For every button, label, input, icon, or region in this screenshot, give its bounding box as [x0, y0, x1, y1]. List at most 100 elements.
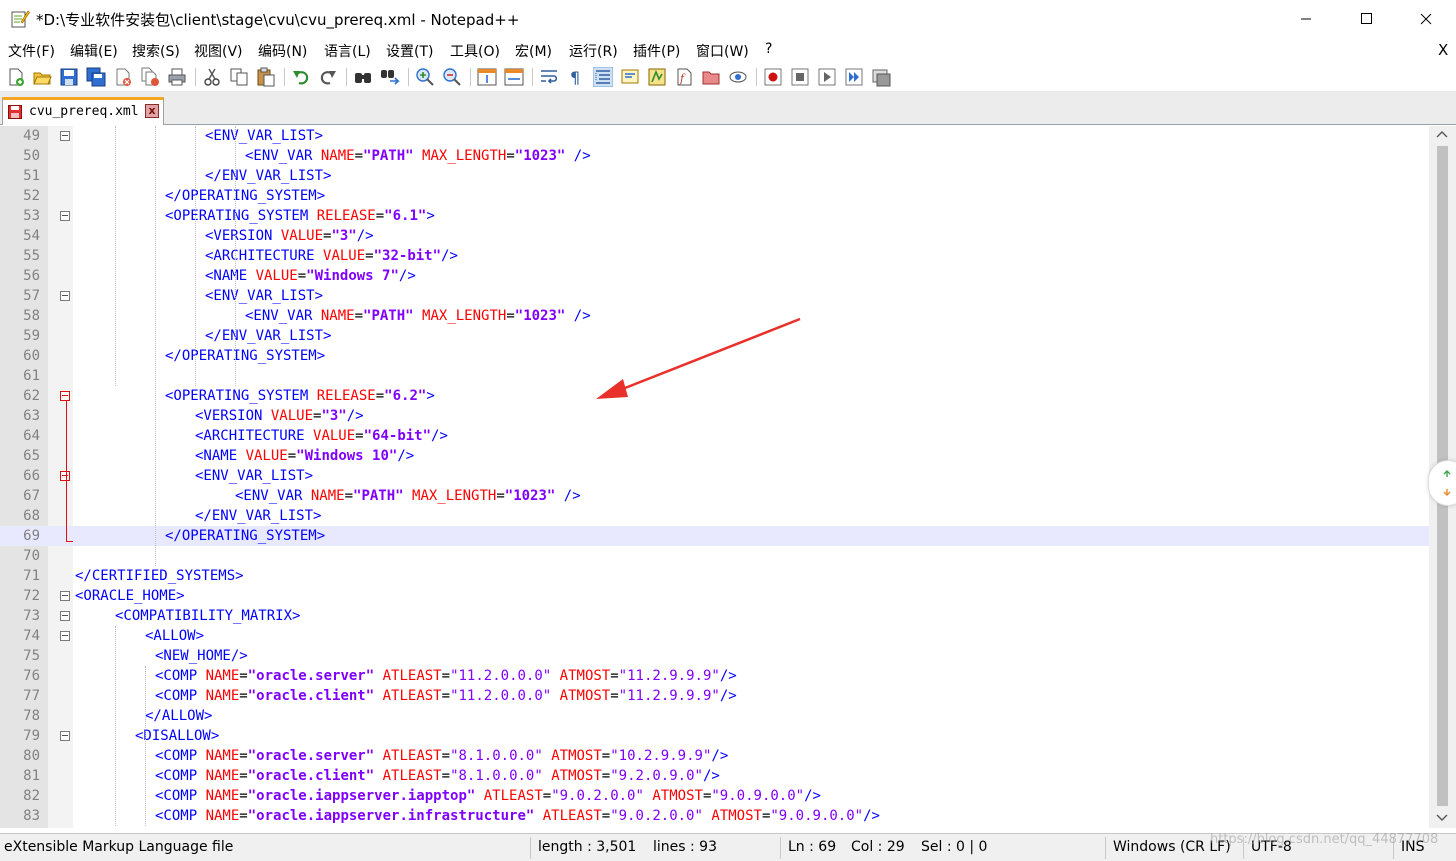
minimize-button[interactable] [1276, 0, 1336, 38]
menu-window[interactable]: 窗口(W) [696, 41, 749, 61]
run-macro-multiple-icon[interactable] [844, 67, 864, 87]
fold-toggle-icon[interactable] [60, 631, 70, 641]
monitor-icon[interactable] [728, 67, 748, 87]
redo-icon[interactable] [318, 67, 338, 87]
code-line[interactable]: 69 </OPERATING_SYSTEM> [0, 526, 1429, 546]
maximize-button[interactable] [1336, 0, 1396, 38]
code-line[interactable]: 83 <COMP NAME="oracle.iappserver.infrastr… [0, 806, 1429, 826]
save-all-icon[interactable] [86, 67, 106, 87]
code-line[interactable]: 52 </OPERATING_SYSTEM> [0, 186, 1429, 206]
code-line[interactable]: 66 <ENV_VAR_LIST> [0, 466, 1429, 486]
close-document-button[interactable]: X [1438, 41, 1448, 59]
open-file-icon[interactable] [32, 67, 52, 87]
fold-toggle-icon[interactable] [60, 591, 70, 601]
code-line[interactable]: 67 <ENV_VAR NAME="PATH" MAX_LENGTH="1023"… [0, 486, 1429, 506]
code-line[interactable]: 57 <ENV_VAR_LIST> [0, 286, 1429, 306]
save-icon[interactable] [59, 67, 79, 87]
code-line[interactable]: 56 <NAME VALUE="Windows 7"/> [0, 266, 1429, 286]
undo-icon[interactable] [291, 67, 311, 87]
code-line[interactable]: 63 <VERSION VALUE="3"/> [0, 406, 1429, 426]
code-line[interactable]: 59 </ENV_VAR_LIST> [0, 326, 1429, 346]
fold-toggle-icon[interactable] [60, 211, 70, 221]
menu-tools[interactable]: 工具(O) [450, 41, 500, 61]
print-icon[interactable] [167, 67, 187, 87]
play-macro-icon[interactable] [817, 67, 837, 87]
code-line[interactable]: 55 <ARCHITECTURE VALUE="32-bit"/> [0, 246, 1429, 266]
scroll-up-icon[interactable] [1434, 128, 1450, 140]
fold-toggle-icon[interactable] [60, 291, 70, 301]
code-line[interactable]: 70 [0, 546, 1429, 566]
code-line[interactable]: 75 <NEW_HOME/> [0, 646, 1429, 666]
code-line[interactable]: 49 <ENV_VAR_LIST> [0, 126, 1429, 146]
new-file-icon[interactable] [6, 67, 26, 87]
code-line[interactable]: 79 <DISALLOW> [0, 726, 1429, 746]
tab-cvu-prereq-xml[interactable]: cvu_prereq.xml x [2, 97, 164, 125]
code-line[interactable]: 50 <ENV_VAR NAME="PATH" MAX_LENGTH="1023"… [0, 146, 1429, 166]
code-line[interactable]: 72 <ORACLE_HOME> [0, 586, 1429, 606]
menu-search[interactable]: 搜索(S) [132, 41, 180, 61]
code-line[interactable]: 61 [0, 366, 1429, 386]
tab-close-button[interactable]: x [145, 104, 159, 118]
code-line[interactable]: 68 </ENV_VAR_LIST> [0, 506, 1429, 526]
close-all-icon[interactable] [140, 67, 160, 87]
stop-macro-icon[interactable] [790, 67, 810, 87]
code-line[interactable]: 58 <ENV_VAR NAME="PATH" MAX_LENGTH="1023"… [0, 306, 1429, 326]
menu-file[interactable]: 文件(F) [8, 41, 55, 61]
code-line[interactable]: 64 <ARCHITECTURE VALUE="64-bit"/> [0, 426, 1429, 446]
record-macro-icon[interactable] [763, 67, 783, 87]
code-line[interactable]: 78 </ALLOW> [0, 706, 1429, 726]
menu-macro[interactable]: 宏(M) [515, 41, 552, 61]
code-line[interactable]: 74 <ALLOW> [0, 626, 1429, 646]
show-all-chars-icon[interactable]: ¶ [566, 67, 586, 87]
code-line[interactable]: 82 <COMP NAME="oracle.iappserver.iapptop"… [0, 786, 1429, 806]
zoom-out-icon[interactable] [442, 67, 462, 87]
code-line[interactable]: 80 <COMP NAME="oracle.server" ATLEAST="8.… [0, 746, 1429, 766]
menu-encoding[interactable]: 编码(N) [258, 41, 307, 61]
doc-map-icon[interactable] [647, 67, 667, 87]
paste-icon[interactable] [256, 67, 276, 87]
xml-token-val: "32-bit" [373, 248, 442, 264]
menu-language[interactable]: 语言(L) [324, 41, 371, 61]
floating-scroll-widget[interactable] [1428, 460, 1456, 506]
code-line[interactable]: 76 <COMP NAME="oracle.server" ATLEAST="11… [0, 666, 1429, 686]
replace-icon[interactable] [380, 67, 400, 87]
function-list-icon[interactable]: f [674, 67, 694, 87]
menu-view[interactable]: 视图(V) [194, 41, 243, 61]
fold-toggle-icon[interactable] [60, 731, 70, 741]
zoom-in-icon[interactable] [415, 67, 435, 87]
scroll-down-icon[interactable] [1434, 812, 1450, 824]
sync-horizontal-icon[interactable] [504, 67, 524, 87]
code-line[interactable]: 73 <COMPATIBILITY_MATRIX> [0, 606, 1429, 626]
editor-pane[interactable]: 49 <ENV_VAR_LIST> 50 <ENV_VAR NAME="PATH" M… [0, 126, 1456, 828]
menu-settings[interactable]: 设置(T) [386, 41, 433, 61]
close-icon[interactable] [113, 67, 133, 87]
user-language-icon[interactable] [620, 67, 640, 87]
menu-run[interactable]: 运行(R) [569, 41, 618, 61]
fold-toggle-icon[interactable] [60, 391, 70, 401]
word-wrap-icon[interactable] [539, 67, 559, 87]
copy-icon[interactable] [229, 67, 249, 87]
code-line[interactable]: 77 <COMP NAME="oracle.client" ATLEAST="11… [0, 686, 1429, 706]
close-button[interactable] [1396, 0, 1456, 38]
folder-workspace-icon[interactable] [701, 67, 721, 87]
fold-toggle-icon[interactable] [60, 131, 70, 141]
menu-plugins[interactable]: 插件(P) [633, 41, 680, 61]
code-line[interactable]: 65 <NAME VALUE="Windows 10"/> [0, 446, 1429, 466]
fold-toggle-icon[interactable] [60, 611, 70, 621]
code-line[interactable]: 54 <VERSION VALUE="3"/> [0, 226, 1429, 246]
code-line[interactable]: 53 <OPERATING_SYSTEM RELEASE="6.1"> [0, 206, 1429, 226]
fold-toggle-icon[interactable] [60, 471, 70, 481]
code-line[interactable]: 51 </ENV_VAR_LIST> [0, 166, 1429, 186]
menu-edit[interactable]: 编辑(E) [70, 41, 118, 61]
indent-guide-icon[interactable] [593, 67, 613, 87]
find-icon[interactable] [353, 67, 373, 87]
code-line[interactable]: 60 </OPERATING_SYSTEM> [0, 346, 1429, 366]
cut-icon[interactable] [202, 67, 222, 87]
menu-help[interactable]: ? [765, 41, 772, 57]
code-line[interactable]: 81 <COMP NAME="oracle.client" ATLEAST="8.… [0, 766, 1429, 786]
sync-vertical-icon[interactable] [477, 67, 497, 87]
save-macro-icon[interactable] [871, 67, 891, 87]
code-line[interactable]: 62 <OPERATING_SYSTEM RELEASE="6.2"> [0, 386, 1429, 406]
line-number: 79 [23, 728, 40, 744]
code-line[interactable]: 71 </CERTIFIED_SYSTEMS> [0, 566, 1429, 586]
